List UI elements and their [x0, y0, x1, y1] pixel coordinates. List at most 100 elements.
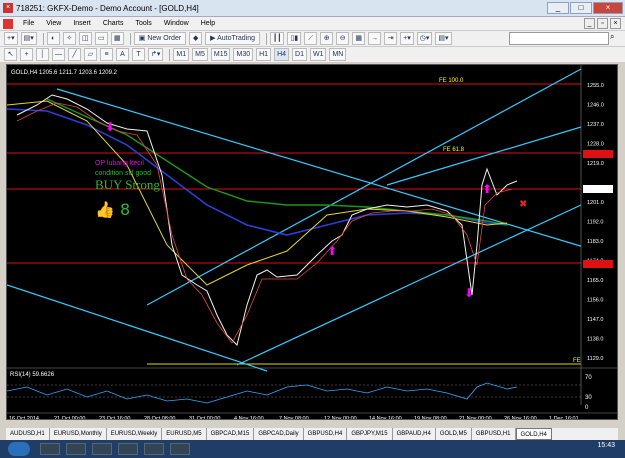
chart-tab[interactable]: GBPJPY,M15 [347, 428, 393, 440]
tf-m30[interactable]: M30 [233, 48, 254, 61]
minimize-button[interactable]: _ [547, 2, 569, 14]
bar-chart-icon[interactable]: ┃┃ [270, 32, 285, 45]
search-icon[interactable]: ⌕ [610, 32, 622, 45]
taskbar-player-icon[interactable] [92, 443, 112, 455]
equidistant-channel-icon[interactable]: ▱ [84, 48, 97, 61]
meta-editor-icon[interactable]: ◆ [189, 32, 203, 45]
tile-windows-icon[interactable]: ▦ [352, 32, 366, 45]
date-label: 21 Oct 00:00 [54, 416, 86, 420]
autotrading-button[interactable]: ▶ AutoTrading [205, 32, 260, 45]
vertical-line-icon[interactable]: │ [36, 48, 49, 61]
cursor-icon[interactable]: ↖ [4, 48, 17, 61]
price-label: 1165.0 [587, 278, 603, 284]
crosshair-icon[interactable]: + [20, 48, 33, 61]
tf-m5[interactable]: M5 [192, 48, 208, 61]
profiles-icon[interactable]: ▤▾ [20, 32, 37, 45]
mdi-minimize-button[interactable]: _ [584, 18, 595, 29]
rsi-level-30: 30 [585, 395, 592, 401]
tf-w1[interactable]: W1 [309, 48, 327, 61]
ma-yellow [7, 100, 508, 286]
taskbar-explorer-icon[interactable] [66, 443, 86, 455]
chart-tab[interactable]: EURUSD,Monthly [50, 428, 107, 440]
fibonacci-icon[interactable]: ≡ [100, 48, 113, 61]
date-label: 19 Nov 08:00 [414, 416, 447, 420]
auto-scroll-icon[interactable]: → [368, 32, 382, 45]
buy-arrow-icon-2: ⬆ [482, 182, 492, 196]
chart-tab[interactable]: GBPAUD,H4 [393, 428, 436, 440]
arrows-icon[interactable]: ↱▾ [148, 48, 164, 61]
fe-top-label: FE 100.0 [439, 78, 464, 84]
periods-icon[interactable]: ◷▾ [416, 32, 433, 45]
tf-d1[interactable]: D1 [292, 48, 307, 61]
standard-toolbar: +▾ ▤▾ ◐ ✧ ◫ ▭ ▦ ▣ New Order ◆ ▶ AutoTrad… [0, 31, 625, 47]
date-label: 4 Nov 16:00 [234, 416, 264, 420]
tf-m1[interactable]: M1 [173, 48, 190, 61]
trendline-icon[interactable]: ╱ [68, 48, 81, 61]
search-input[interactable] [509, 32, 609, 45]
price-path [16, 94, 518, 346]
date-label: 12 Nov 00:00 [324, 416, 357, 420]
buy-arrow-icon: ⬆ [327, 244, 337, 258]
date-label: 16 Oct 2014 [9, 416, 39, 420]
chart-tab[interactable]: EURUSD,M5 [162, 428, 207, 440]
date-label: 1 Dec 16:01 [549, 416, 579, 420]
menu-view[interactable]: View [40, 20, 67, 27]
date-label: 28 Oct 08:00 [144, 416, 176, 420]
tf-h4[interactable]: H4 [274, 48, 290, 61]
window-title: 718251: GKFX-Demo - Demo Account - [GOLD… [16, 3, 199, 13]
chart-tab[interactable]: GBPCAD,Daily [254, 428, 304, 440]
menu-window[interactable]: Window [158, 20, 195, 27]
close-button[interactable]: × [593, 2, 623, 14]
tf-m15[interactable]: M15 [210, 48, 231, 61]
chart-tab[interactable]: AUDUSD,H1 [6, 428, 50, 440]
menu-tools[interactable]: Tools [129, 20, 157, 27]
market-watch-icon[interactable]: ◐ [46, 32, 60, 45]
tester-icon[interactable]: ▦ [110, 32, 124, 45]
menu-charts[interactable]: Charts [97, 20, 130, 27]
taskbar-app-icon[interactable] [170, 443, 190, 455]
down-arrow-icon: ⬇ [464, 286, 474, 300]
data-window-icon[interactable]: ✧ [62, 32, 76, 45]
horizontal-line-icon[interactable]: — [52, 48, 65, 61]
maximize-button[interactable]: □ [570, 2, 592, 14]
chart-canvas: GOLD,H4 1205.6 1211.7 1203.6 1209.2 FE 1… [7, 65, 617, 420]
taskbar-chrome-icon[interactable] [144, 443, 164, 455]
mdi-close-button[interactable]: × [610, 18, 621, 29]
date-label: 31 Oct 00:00 [189, 416, 221, 420]
cross-mark-icon: ✖ [519, 199, 527, 210]
chart-tab[interactable]: GBPUSD,H4 [304, 428, 348, 440]
taskbar-ie-icon[interactable] [40, 443, 60, 455]
chart-shift-icon[interactable]: ⇥ [384, 32, 398, 45]
terminal-icon[interactable]: ▭ [94, 32, 108, 45]
chart-tab[interactable]: GOLD,M5 [436, 428, 472, 440]
menu-help[interactable]: Help [195, 20, 221, 27]
chart-tab[interactable]: GBPUSD,H1 [472, 428, 516, 440]
start-button[interactable] [8, 442, 30, 456]
text-icon[interactable]: A [116, 48, 129, 61]
mdi-restore-button[interactable]: ▫ [597, 18, 608, 29]
label-icon[interactable]: T [132, 48, 145, 61]
price-label: 1255.0 [587, 83, 604, 89]
navigator-icon[interactable]: ◫ [78, 32, 92, 45]
thumbs-up-icon: 👍 8 [95, 200, 130, 219]
new-order-button[interactable]: ▣ New Order [133, 32, 187, 45]
uptrend-channel-top [146, 68, 582, 306]
price-label: 1192.0 [587, 220, 603, 226]
templates-icon[interactable]: ▤▾ [435, 32, 452, 45]
zoom-in-icon[interactable]: ⊕ [320, 32, 334, 45]
candlesticks-icon[interactable]: ▯▮ [287, 32, 302, 45]
menu-insert[interactable]: Insert [67, 20, 97, 27]
tf-h1[interactable]: H1 [256, 48, 272, 61]
tf-mn[interactable]: MN [329, 48, 347, 61]
taskbar-metatrader-icon[interactable] [118, 443, 138, 455]
zoom-out-icon[interactable]: ⊖ [336, 32, 350, 45]
new-chart-icon[interactable]: +▾ [4, 32, 18, 45]
menu-file[interactable]: File [17, 20, 40, 27]
price-chart[interactable]: GOLD,H4 1205.6 1211.7 1203.6 1209.2 FE 1… [6, 64, 618, 420]
chart-tab[interactable]: EURUSD,Weekly [107, 428, 163, 440]
chart-tab[interactable]: GBPCAD,M15 [207, 428, 255, 440]
autotrading-icon: ▶ [210, 35, 216, 42]
chart-tab[interactable]: GOLD,H4 [515, 428, 552, 440]
indicators-icon[interactable]: +▾ [400, 32, 414, 45]
line-chart-icon[interactable]: ⟋ [304, 32, 318, 45]
